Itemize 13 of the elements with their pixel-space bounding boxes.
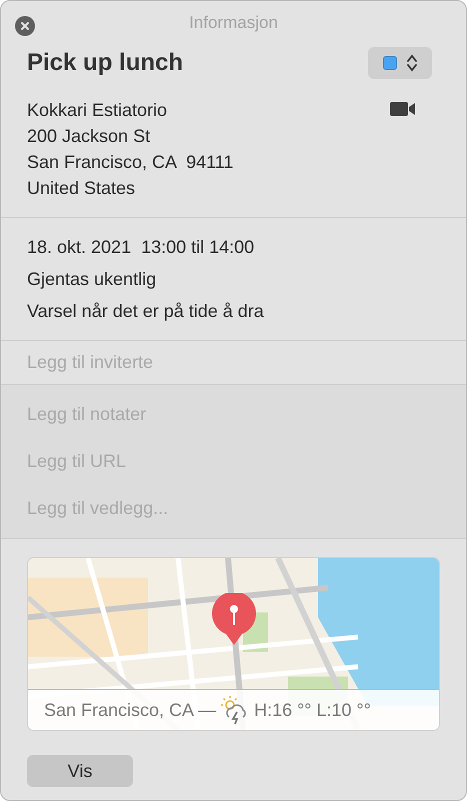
location-line: United States [27, 177, 136, 200]
location-line: 200 Jackson St [27, 125, 152, 148]
detail-line[interactable]: Varsel når det er på tide å dra [27, 298, 440, 324]
detail-line[interactable]: 18. okt. 2021 13:00 til 14:00 [27, 234, 440, 260]
weather-forecast: H:16 °° L:10 °° [254, 698, 371, 722]
window-title: Informasjon [189, 12, 278, 34]
invitees-field[interactable]: Legg til inviterte [27, 349, 440, 376]
location-line: San Francisco, CA 94111 [27, 151, 234, 174]
location-line: Kokkari Estiatorio [27, 99, 168, 122]
detail-line[interactable]: Gjentas ukentlig [27, 266, 440, 292]
event-title[interactable]: Pick up lunch [27, 45, 184, 81]
weather-location: San Francisco, CA — [44, 698, 216, 722]
show-button[interactable]: Vis [27, 755, 133, 787]
